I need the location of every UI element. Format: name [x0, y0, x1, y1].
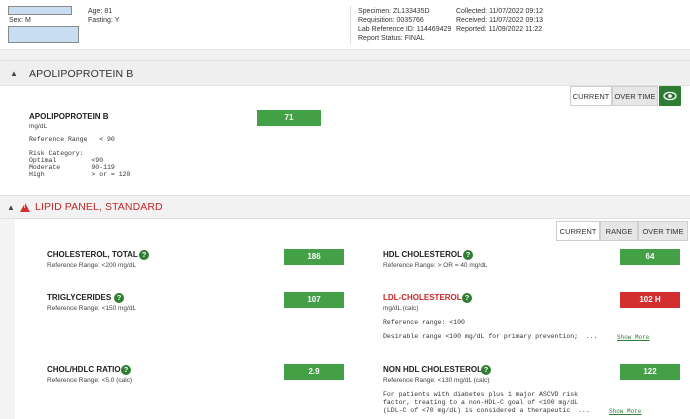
tab-current[interactable]: CURRENT [570, 86, 612, 106]
ldl-note: Desirable range <100 mg/dL for primary p… [383, 333, 598, 340]
ratio-value: 2.9 [284, 364, 344, 380]
help-icon[interactable]: ? [481, 365, 491, 375]
ratio-ref: Reference Range: <5.0 (calc) [47, 377, 133, 384]
lipid-panel-header[interactable]: ▲ LIPID PANEL, STANDARD [0, 195, 690, 219]
help-icon[interactable]: ? [462, 293, 472, 303]
patient-fasting: Fasting: Y [88, 17, 120, 24]
header-divider [350, 6, 351, 44]
redacted-details [8, 26, 79, 43]
test-name-ratio: CHOL/HDLC RATIO [47, 365, 121, 374]
tab-over-time[interactable]: OVER TIME [612, 86, 658, 106]
spacer [0, 50, 690, 60]
help-icon[interactable]: ? [463, 250, 473, 260]
patient-header: Sex: M Age: 81 Fasting: Y Specimen: ZL13… [0, 0, 690, 50]
tab-range[interactable]: RANGE [600, 221, 638, 241]
risk-row-high: High > or = 120 [29, 171, 131, 178]
lipid-card: CURRENT RANGE OVER TIME CHOLESTEROL, TOT… [15, 219, 690, 419]
tab-over-time[interactable]: OVER TIME [638, 221, 688, 241]
test-name-cholesterol: CHOLESTEROL, TOTAL [47, 250, 138, 259]
tab-current[interactable]: CURRENT [556, 221, 600, 241]
apo-panel-header[interactable]: ▲ APOLIPOPROTEIN B [0, 60, 690, 86]
non-hdl-note-line: factor, treating to a non-HDL-C goal of … [383, 399, 579, 406]
cholesterol-value: 186 [284, 249, 344, 265]
test-name-triglycerides: TRIGLYCERIDES [47, 293, 112, 302]
ldl-unit: mg/dL (calc) [383, 305, 419, 312]
help-icon[interactable]: ? [114, 293, 124, 303]
help-icon[interactable]: ? [121, 365, 131, 375]
non-hdl-note-line: (LDL-C of <70 mg/dL) is considered a the… [383, 407, 590, 414]
ldl-value: 102 H [620, 292, 680, 308]
eye-icon[interactable] [659, 86, 681, 106]
non-hdl-ref: Reference Range: <130 mg/dL (calc) [383, 377, 490, 384]
show-more-link[interactable]: Show More [617, 334, 649, 341]
triglycerides-ref: Reference Range: <150 mg/dL [47, 305, 137, 312]
cholesterol-ref: Reference Range: <200 mg/dL [47, 262, 137, 269]
apob-unit: mg/dL [29, 123, 48, 130]
chevron-up-icon[interactable]: ▲ [10, 69, 18, 78]
ldl-ref: Reference range: <100 [383, 319, 465, 326]
hdl-value: 64 [620, 249, 680, 265]
panel-title-lipid: LIPID PANEL, STANDARD [35, 201, 163, 213]
hdl-ref: Reference Range: > OR = 40 mg/dL [383, 262, 488, 269]
test-name-ldl: LDL-CHOLESTEROL [383, 293, 462, 302]
apo-card: CURRENT OVER TIME APOLIPOPROTEIN B mg/dL… [0, 86, 690, 185]
test-name-apob: APOLIPOPROTEIN B [29, 112, 109, 121]
reported-date: Reported: 11/09/2022 11:22 [456, 26, 543, 33]
non-hdl-note-line: For patients with diabetes plus 1 major … [383, 391, 579, 398]
panel-title-apo: APOLIPOPROTEIN B [29, 68, 134, 80]
chevron-up-icon[interactable]: ▲ [7, 203, 15, 212]
apob-value: 71 [257, 110, 321, 126]
spacer [0, 185, 690, 195]
show-more-link[interactable]: Show More [609, 408, 641, 415]
report-status: Report Status: FINAL [358, 35, 425, 42]
patient-sex: Sex: M [9, 17, 31, 24]
non-hdl-value: 122 [620, 364, 680, 380]
warning-icon [20, 203, 30, 212]
test-name-non-hdl: NON HDL CHOLESTEROL [383, 365, 482, 374]
triglycerides-value: 107 [284, 292, 344, 308]
apob-ref-range: Reference Range < 90 [29, 136, 115, 143]
redacted-name [8, 6, 72, 15]
help-icon[interactable]: ? [139, 250, 149, 260]
test-name-hdl: HDL CHOLESTEROL [383, 250, 462, 259]
